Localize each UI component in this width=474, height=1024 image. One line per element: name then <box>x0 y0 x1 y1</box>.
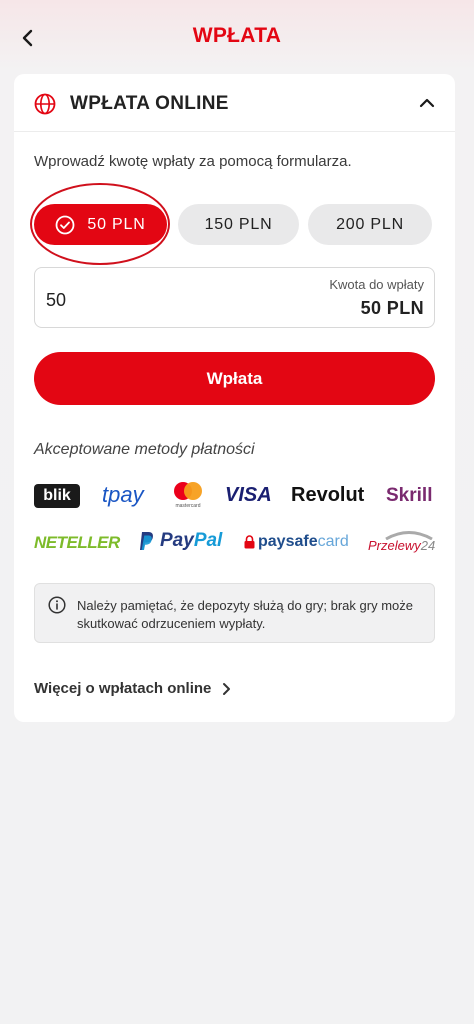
visa-logo: VISA <box>225 484 272 506</box>
deposit-card: WPŁATA ONLINE Wprowadź kwotę wpłaty za p… <box>14 74 455 722</box>
section-title: WPŁATA ONLINE <box>70 93 229 114</box>
deposit-button[interactable]: Wpłata <box>34 352 435 405</box>
instruction-text: Wprowadź kwotę wpłaty za pomocą formular… <box>34 153 352 170</box>
amount-total: 50 PLN <box>360 298 424 318</box>
przelewy24-logo: Przelewy24 <box>368 530 436 556</box>
info-notice: Należy pamiętać, że depozyty służą do gr… <box>34 583 435 643</box>
more-link-label: Więcej o wpłatach online <box>34 680 212 697</box>
payment-methods-title: Akceptowane metody płatności <box>34 441 255 458</box>
paysafecard-logo: paysafe card <box>244 533 349 551</box>
info-icon <box>48 596 66 614</box>
lock-icon <box>244 535 255 549</box>
tpay-logo: tpay <box>102 482 144 507</box>
amount-option-label: 200 PLN <box>336 215 404 233</box>
chevron-up-icon[interactable] <box>415 91 439 115</box>
neteller-logo: NETELLER <box>34 533 120 552</box>
info-text: Należy pamiętać, że depozyty służą do gr… <box>77 598 413 631</box>
amount-option-150[interactable]: 150 PLN <box>178 204 299 245</box>
amount-input-value[interactable]: 50 <box>46 290 66 311</box>
skrill-logo: Skrill <box>386 485 433 506</box>
more-about-deposits-link[interactable]: Więcej o wpłatach online <box>34 680 233 697</box>
mastercard-logo: mastercard <box>171 482 205 514</box>
paypal-mark-icon <box>140 532 153 550</box>
mastercard-text: mastercard <box>175 503 201 509</box>
paypal-logo: Pay Pal <box>139 530 222 552</box>
amount-label: Kwota do wpłaty <box>329 277 424 292</box>
amount-input[interactable]: 50 Kwota do wpłaty 50 PLN <box>34 267 435 328</box>
page-title: WPŁATA <box>192 24 282 47</box>
przelewy24-text: Przelewy24 <box>368 538 435 553</box>
p24-text-a: Przelewy <box>368 538 421 553</box>
highlight-ring <box>30 183 170 265</box>
amount-option-200[interactable]: 200 PLN <box>308 204 432 245</box>
header: WPŁATA <box>0 0 474 72</box>
paysafe-text-b: card <box>317 533 349 550</box>
amount-option-label: 150 PLN <box>204 215 273 233</box>
blik-logo: blik <box>34 484 80 508</box>
section-header[interactable]: WPŁATA ONLINE <box>14 74 455 132</box>
revolut-logo: Revolut <box>291 484 365 506</box>
chevron-right-icon <box>223 682 231 695</box>
paypal-text-a: Pay <box>160 530 194 551</box>
mastercard-circles <box>172 482 204 502</box>
paysafe-text-a: paysafe <box>258 533 318 550</box>
globe-icon <box>34 93 56 115</box>
p24-text-b: 24 <box>420 538 436 553</box>
paypal-text-b: Pal <box>193 530 223 551</box>
